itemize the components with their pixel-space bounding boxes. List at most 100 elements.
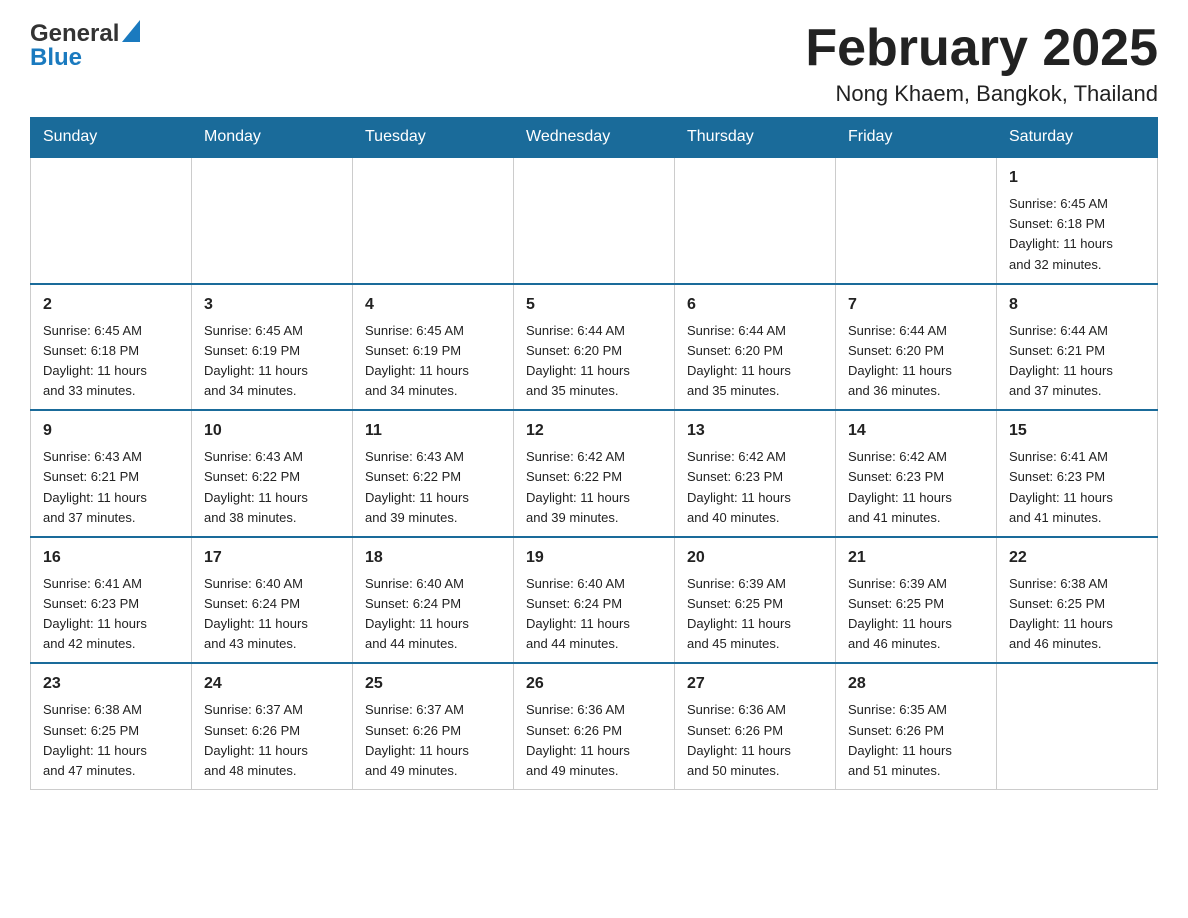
- day-number: 10: [204, 419, 340, 443]
- day-info: Sunrise: 6:38 AMSunset: 6:25 PMDaylight:…: [43, 700, 179, 781]
- col-wednesday: Wednesday: [514, 118, 675, 158]
- day-info: Sunrise: 6:39 AMSunset: 6:25 PMDaylight:…: [848, 574, 984, 655]
- day-number: 9: [43, 419, 179, 443]
- day-info: Sunrise: 6:36 AMSunset: 6:26 PMDaylight:…: [526, 700, 662, 781]
- col-tuesday: Tuesday: [353, 118, 514, 158]
- day-number: 5: [526, 293, 662, 317]
- day-info: Sunrise: 6:45 AMSunset: 6:18 PMDaylight:…: [1009, 194, 1145, 275]
- page-header: General Blue February 2025 Nong Khaem, B…: [30, 20, 1158, 107]
- table-row: 11 Sunrise: 6:43 AMSunset: 6:22 PMDayligh…: [353, 410, 514, 537]
- table-row: 14 Sunrise: 6:42 AMSunset: 6:23 PMDayligh…: [836, 410, 997, 537]
- day-info: Sunrise: 6:37 AMSunset: 6:26 PMDaylight:…: [365, 700, 501, 781]
- day-number: 4: [365, 293, 501, 317]
- day-number: 1: [1009, 166, 1145, 190]
- table-row: 1 Sunrise: 6:45 AMSunset: 6:18 PMDaylight…: [997, 157, 1158, 284]
- table-row: 16 Sunrise: 6:41 AMSunset: 6:23 PMDayligh…: [31, 537, 192, 664]
- day-info: Sunrise: 6:36 AMSunset: 6:26 PMDaylight:…: [687, 700, 823, 781]
- logo: General Blue: [30, 20, 140, 72]
- day-info: Sunrise: 6:40 AMSunset: 6:24 PMDaylight:…: [526, 574, 662, 655]
- day-number: 11: [365, 419, 501, 443]
- table-row: 21 Sunrise: 6:39 AMSunset: 6:25 PMDayligh…: [836, 537, 997, 664]
- calendar-week-row: 23 Sunrise: 6:38 AMSunset: 6:25 PMDayligh…: [31, 663, 1158, 789]
- col-saturday: Saturday: [997, 118, 1158, 158]
- table-row: [192, 157, 353, 284]
- month-title: February 2025: [805, 20, 1158, 77]
- day-number: 28: [848, 672, 984, 696]
- calendar-week-row: 9 Sunrise: 6:43 AMSunset: 6:21 PMDaylight…: [31, 410, 1158, 537]
- day-number: 13: [687, 419, 823, 443]
- day-number: 22: [1009, 546, 1145, 570]
- table-row: 2 Sunrise: 6:45 AMSunset: 6:18 PMDaylight…: [31, 284, 192, 411]
- table-row: [675, 157, 836, 284]
- logo-blue-text: Blue: [30, 44, 82, 72]
- table-row: [997, 663, 1158, 789]
- calendar-header-row: Sunday Monday Tuesday Wednesday Thursday…: [31, 118, 1158, 158]
- table-row: 13 Sunrise: 6:42 AMSunset: 6:23 PMDayligh…: [675, 410, 836, 537]
- table-row: 6 Sunrise: 6:44 AMSunset: 6:20 PMDaylight…: [675, 284, 836, 411]
- day-info: Sunrise: 6:44 AMSunset: 6:21 PMDaylight:…: [1009, 321, 1145, 402]
- day-info: Sunrise: 6:44 AMSunset: 6:20 PMDaylight:…: [687, 321, 823, 402]
- day-number: 20: [687, 546, 823, 570]
- day-number: 24: [204, 672, 340, 696]
- day-info: Sunrise: 6:41 AMSunset: 6:23 PMDaylight:…: [43, 574, 179, 655]
- day-info: Sunrise: 6:45 AMSunset: 6:19 PMDaylight:…: [365, 321, 501, 402]
- table-row: 5 Sunrise: 6:44 AMSunset: 6:20 PMDaylight…: [514, 284, 675, 411]
- table-row: 24Sunrise: 6:37 AMSunset: 6:26 PMDayligh…: [192, 663, 353, 789]
- day-info: Sunrise: 6:43 AMSunset: 6:21 PMDaylight:…: [43, 447, 179, 528]
- day-info: Sunrise: 6:43 AMSunset: 6:22 PMDaylight:…: [204, 447, 340, 528]
- table-row: 7 Sunrise: 6:44 AMSunset: 6:20 PMDaylight…: [836, 284, 997, 411]
- day-info: Sunrise: 6:35 AMSunset: 6:26 PMDaylight:…: [848, 700, 984, 781]
- table-row: 19 Sunrise: 6:40 AMSunset: 6:24 PMDayligh…: [514, 537, 675, 664]
- day-number: 17: [204, 546, 340, 570]
- day-number: 26: [526, 672, 662, 696]
- table-row: 25 Sunrise: 6:37 AMSunset: 6:26 PMDayligh…: [353, 663, 514, 789]
- day-number: 7: [848, 293, 984, 317]
- day-number: 3: [204, 293, 340, 317]
- day-info: Sunrise: 6:42 AMSunset: 6:22 PMDaylight:…: [526, 447, 662, 528]
- calendar-week-row: 16 Sunrise: 6:41 AMSunset: 6:23 PMDayligh…: [31, 537, 1158, 664]
- day-number: 16: [43, 546, 179, 570]
- table-row: 9 Sunrise: 6:43 AMSunset: 6:21 PMDaylight…: [31, 410, 192, 537]
- day-info: Sunrise: 6:39 AMSunset: 6:25 PMDaylight:…: [687, 574, 823, 655]
- table-row: 8 Sunrise: 6:44 AMSunset: 6:21 PMDaylight…: [997, 284, 1158, 411]
- day-info: Sunrise: 6:44 AMSunset: 6:20 PMDaylight:…: [526, 321, 662, 402]
- day-number: 19: [526, 546, 662, 570]
- day-info: Sunrise: 6:41 AMSunset: 6:23 PMDaylight:…: [1009, 447, 1145, 528]
- calendar-week-row: 1 Sunrise: 6:45 AMSunset: 6:18 PMDaylight…: [31, 157, 1158, 284]
- calendar-week-row: 2 Sunrise: 6:45 AMSunset: 6:18 PMDaylight…: [31, 284, 1158, 411]
- day-number: 2: [43, 293, 179, 317]
- table-row: 22 Sunrise: 6:38 AMSunset: 6:25 PMDayligh…: [997, 537, 1158, 664]
- table-row: 4 Sunrise: 6:45 AMSunset: 6:19 PMDaylight…: [353, 284, 514, 411]
- table-row: 28 Sunrise: 6:35 AMSunset: 6:26 PMDayligh…: [836, 663, 997, 789]
- table-row: 20 Sunrise: 6:39 AMSunset: 6:25 PMDayligh…: [675, 537, 836, 664]
- day-number: 25: [365, 672, 501, 696]
- day-number: 27: [687, 672, 823, 696]
- day-info: Sunrise: 6:38 AMSunset: 6:25 PMDaylight:…: [1009, 574, 1145, 655]
- table-row: 17 Sunrise: 6:40 AMSunset: 6:24 PMDayligh…: [192, 537, 353, 664]
- day-number: 12: [526, 419, 662, 443]
- day-info: Sunrise: 6:44 AMSunset: 6:20 PMDaylight:…: [848, 321, 984, 402]
- table-row: 12 Sunrise: 6:42 AMSunset: 6:22 PMDayligh…: [514, 410, 675, 537]
- table-row: 10 Sunrise: 6:43 AMSunset: 6:22 PMDayligh…: [192, 410, 353, 537]
- col-thursday: Thursday: [675, 118, 836, 158]
- title-section: February 2025 Nong Khaem, Bangkok, Thail…: [805, 20, 1158, 107]
- day-number: 21: [848, 546, 984, 570]
- col-sunday: Sunday: [31, 118, 192, 158]
- table-row: [836, 157, 997, 284]
- day-info: Sunrise: 6:42 AMSunset: 6:23 PMDaylight:…: [848, 447, 984, 528]
- day-info: Sunrise: 6:42 AMSunset: 6:23 PMDaylight:…: [687, 447, 823, 528]
- day-info: Sunrise: 6:40 AMSunset: 6:24 PMDaylight:…: [204, 574, 340, 655]
- table-row: 23 Sunrise: 6:38 AMSunset: 6:25 PMDayligh…: [31, 663, 192, 789]
- logo-triangle-icon: [122, 20, 140, 42]
- table-row: 3Sunrise: 6:45 AMSunset: 6:19 PMDaylight…: [192, 284, 353, 411]
- day-number: 23: [43, 672, 179, 696]
- table-row: [353, 157, 514, 284]
- day-number: 6: [687, 293, 823, 317]
- table-row: [514, 157, 675, 284]
- day-number: 14: [848, 419, 984, 443]
- day-info: Sunrise: 6:45 AMSunset: 6:18 PMDaylight:…: [43, 321, 179, 402]
- day-number: 8: [1009, 293, 1145, 317]
- day-number: 15: [1009, 419, 1145, 443]
- table-row: 26 Sunrise: 6:36 AMSunset: 6:26 PMDayligh…: [514, 663, 675, 789]
- day-info: Sunrise: 6:43 AMSunset: 6:22 PMDaylight:…: [365, 447, 501, 528]
